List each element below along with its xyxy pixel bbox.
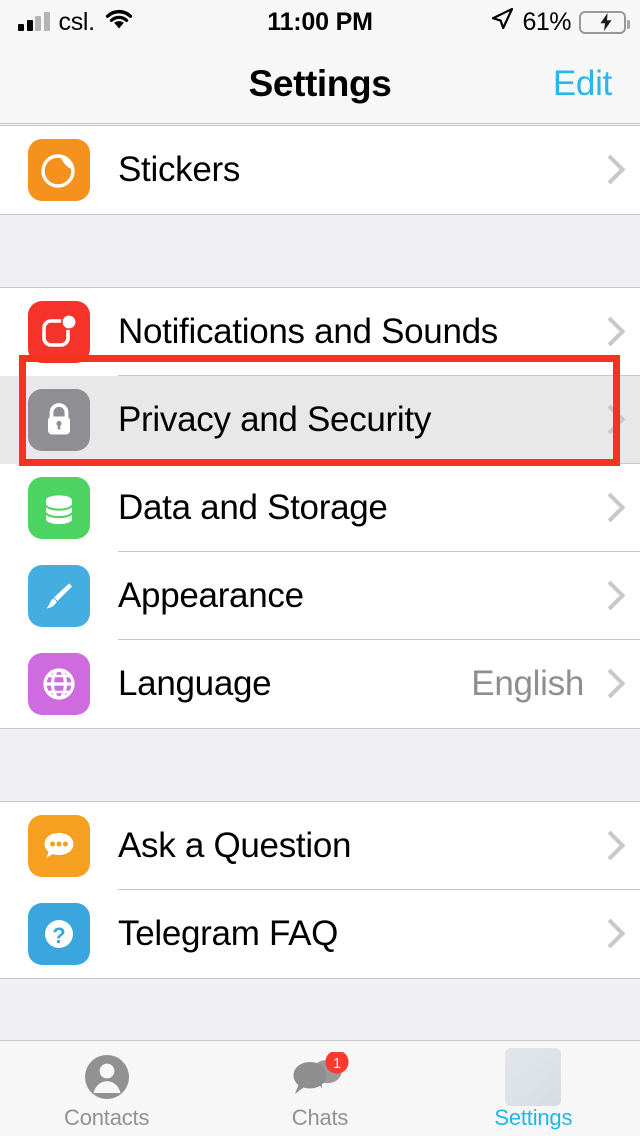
status-bar: csl. 11:00 PM 61% [0, 0, 640, 44]
chevron-right-icon [600, 832, 616, 860]
battery-percent-label: 61% [522, 7, 571, 36]
settings-row-privacy-and-security[interactable]: Privacy and Security [0, 376, 640, 464]
section-gap-2 [0, 729, 640, 801]
tab-label: Contacts [64, 1105, 150, 1130]
settings-row-stickers[interactable]: Stickers [0, 126, 640, 214]
tab-label: Settings [494, 1105, 573, 1130]
location-arrow-icon [490, 7, 514, 38]
database-icon [28, 477, 90, 539]
tab-label: Chats [291, 1105, 349, 1130]
chats-bubbles-icon: 1 [291, 1051, 349, 1103]
chevron-right-icon [600, 494, 616, 522]
chevron-right-icon [600, 670, 616, 698]
svg-text:?: ? [52, 923, 65, 948]
paintbrush-icon [28, 565, 90, 627]
navigation-bar: Settings Edit [0, 44, 640, 124]
section-stickers: Stickers [0, 125, 640, 215]
lock-icon [28, 389, 90, 451]
chats-badge-count: 1 [333, 1056, 341, 1072]
notifications-icon [28, 301, 90, 363]
page-title: Settings [248, 63, 392, 104]
chat-bubble-icon [28, 815, 90, 877]
settings-placeholder-icon [505, 1048, 562, 1106]
row-label: Ask a Question [118, 826, 352, 865]
globe-icon [28, 653, 90, 715]
contacts-person-icon [82, 1051, 132, 1103]
status-bar-right: 61% [490, 0, 630, 44]
chevron-right-icon [600, 920, 616, 948]
battery-charging-icon [579, 10, 630, 34]
chevron-right-icon [600, 156, 616, 184]
row-label: Language [118, 664, 272, 703]
settings-list[interactable]: Stickers Notifications and Sounds Privac… [0, 125, 640, 1040]
tab-chats[interactable]: 1 Chats [213, 1041, 426, 1136]
tab-contacts[interactable]: Contacts [0, 1041, 213, 1136]
row-label: Appearance [118, 576, 304, 615]
settings-row-ask-a-question[interactable]: Ask a Question [0, 802, 640, 890]
chevron-right-icon [600, 318, 616, 346]
settings-row-telegram-faq[interactable]: ? Telegram FAQ [0, 890, 640, 978]
tab-settings[interactable]: Settings [427, 1041, 640, 1136]
chevron-right-icon [600, 406, 616, 434]
settings-row-appearance[interactable]: Appearance [0, 552, 640, 640]
settings-row-data-and-storage[interactable]: Data and Storage [0, 464, 640, 552]
settings-row-notifications-and-sounds[interactable]: Notifications and Sounds [0, 288, 640, 376]
row-label: Notifications and Sounds [118, 312, 498, 351]
row-label: Stickers [118, 150, 241, 189]
question-mark-icon: ? [28, 903, 90, 965]
chevron-right-icon [600, 582, 616, 610]
sticker-icon [28, 139, 90, 201]
row-label: Telegram FAQ [118, 914, 339, 953]
row-label: Privacy and Security [118, 400, 432, 439]
row-label: Data and Storage [118, 488, 388, 527]
row-value-language: English [471, 664, 584, 703]
section-gap-1 [0, 215, 640, 287]
section-preferences: Notifications and Sounds Privacy and Sec… [0, 287, 640, 729]
phone-screen: csl. 11:00 PM 61% Settings Edit Stickers… [0, 0, 640, 1136]
tab-bar[interactable]: Contacts 1 Chats Settings [0, 1040, 640, 1136]
edit-button[interactable]: Edit [553, 44, 612, 124]
settings-row-language[interactable]: Language English [0, 640, 640, 728]
section-help: Ask a Question ? Telegram FAQ [0, 801, 640, 979]
